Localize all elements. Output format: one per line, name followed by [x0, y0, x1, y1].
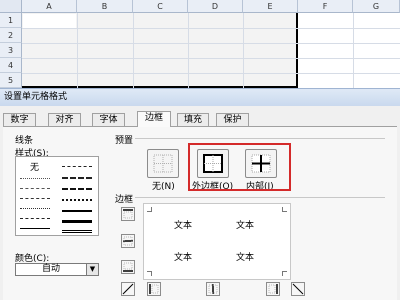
active-cell-a1[interactable] — [23, 14, 76, 28]
spreadsheet: A B C D E F G 1 2 3 4 5 — [0, 0, 400, 88]
diagonal-up-icon — [122, 283, 134, 295]
line-style-dotted[interactable] — [20, 178, 50, 179]
border-middle-vertical-icon — [208, 284, 218, 294]
row-header-4[interactable]: 4 — [0, 58, 22, 73]
preview-corner-mark — [282, 271, 287, 276]
preset-none-icon — [153, 154, 173, 173]
grid-line — [243, 13, 244, 88]
row-header-5[interactable]: 5 — [0, 73, 22, 88]
border-middle-horizontal-icon — [123, 236, 133, 246]
border-middle-horizontal-button[interactable] — [121, 234, 135, 248]
grid-line — [22, 73, 400, 74]
line-style-medium-dashed[interactable] — [20, 218, 50, 219]
border-left-icon — [149, 284, 159, 294]
grid-line — [133, 13, 134, 88]
grid-line — [22, 43, 400, 44]
line-style-medium-dash-dot[interactable] — [62, 177, 92, 179]
row-header-1[interactable]: 1 — [0, 13, 22, 28]
column-header-e[interactable]: E — [243, 0, 298, 13]
border-preview[interactable]: 文本 文本 文本 文本 — [143, 203, 291, 280]
grid-line — [77, 13, 78, 88]
column-header-g[interactable]: G — [353, 0, 400, 13]
select-all-corner[interactable] — [0, 0, 22, 13]
highlight-box — [188, 143, 291, 191]
tab-alignment[interactable]: 对齐 — [48, 113, 81, 126]
tab-fill[interactable]: 填充 — [177, 113, 209, 126]
line-style-list[interactable]: 无 — [15, 156, 99, 236]
border-bottom-button[interactable] — [121, 260, 135, 274]
line-style-medium-dash[interactable] — [62, 188, 92, 190]
preset-none-label: 无(N) — [152, 182, 175, 192]
preview-corner-mark — [147, 271, 152, 276]
border-diagonal-up-button[interactable] — [121, 282, 135, 296]
preview-text: 文本 — [174, 221, 193, 231]
presets-group-label: 预置 — [115, 136, 134, 146]
line-group-label: 线条 — [15, 136, 34, 146]
line-style-slant-dash[interactable] — [62, 199, 92, 201]
line-style-thick[interactable] — [62, 220, 92, 223]
preview-text: 文本 — [236, 221, 255, 231]
format-cells-dialog: 设置单元格格式 数字 对齐 字体 边框 填充 保护 线条 样式(S): 无 颜色… — [0, 88, 400, 300]
border-top-button[interactable] — [121, 207, 135, 221]
border-top-icon — [123, 209, 133, 219]
grid-line — [188, 13, 189, 88]
line-style-medium[interactable] — [62, 210, 92, 212]
border-right-button[interactable] — [266, 282, 280, 296]
dropdown-arrow-icon[interactable]: ▼ — [86, 264, 98, 275]
border-middle-vertical-button[interactable] — [206, 282, 220, 296]
row-header-3[interactable]: 3 — [0, 43, 22, 58]
line-color-select[interactable]: 自动 ▼ — [15, 263, 99, 276]
line-style-double[interactable] — [62, 230, 92, 233]
dialog-title[interactable]: 设置单元格格式 — [0, 88, 400, 106]
line-style-none[interactable]: 无 — [30, 160, 39, 173]
tab-border[interactable]: 边框 — [137, 111, 171, 127]
border-group-label: 边框 — [115, 195, 134, 205]
tab-number[interactable]: 数字 — [3, 113, 36, 126]
grid-line — [22, 58, 400, 59]
preset-none-button[interactable] — [147, 149, 179, 178]
border-diagonal-down-button[interactable] — [291, 282, 305, 296]
line-color-value: 自动 — [41, 264, 60, 274]
preview-text: 文本 — [174, 253, 193, 263]
border-right-icon — [268, 284, 278, 294]
line-style-dash-dot[interactable] — [20, 198, 50, 199]
column-header-f[interactable]: F — [298, 0, 353, 13]
diagonal-down-icon — [292, 283, 304, 295]
border-bottom-icon — [123, 262, 133, 272]
presets-separator — [135, 138, 385, 139]
column-header-c[interactable]: C — [133, 0, 188, 13]
preview-corner-mark — [282, 207, 287, 212]
row-header-2[interactable]: 2 — [0, 28, 22, 43]
line-style-dash-dot-dot[interactable] — [20, 208, 50, 209]
preview-text: 文本 — [236, 253, 255, 263]
border-separator — [135, 197, 385, 198]
column-header-b[interactable]: B — [77, 0, 133, 13]
column-header-d[interactable]: D — [188, 0, 243, 13]
preview-corner-mark — [147, 207, 152, 212]
column-header-a[interactable]: A — [22, 0, 77, 13]
tab-font[interactable]: 字体 — [92, 113, 125, 126]
grid-line — [22, 28, 400, 29]
line-style-thin[interactable] — [20, 228, 50, 229]
border-left-button[interactable] — [147, 282, 161, 296]
line-style-dash-dot-thick[interactable] — [62, 166, 92, 167]
grid-line — [353, 13, 354, 88]
tab-protection[interactable]: 保护 — [216, 113, 249, 126]
line-style-dashed[interactable] — [20, 188, 50, 189]
